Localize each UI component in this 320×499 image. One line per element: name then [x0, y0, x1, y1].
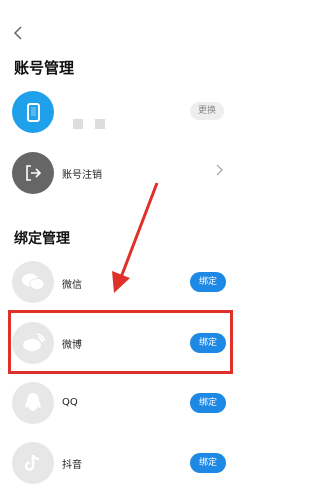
wechat-label: 微信 [62, 280, 82, 291]
tiktok-label: 抖音 [62, 460, 82, 471]
chevron-right-icon[interactable] [216, 164, 223, 176]
annotation-highlight-box [8, 310, 233, 374]
bind-wechat-button[interactable]: 绑定 [190, 272, 226, 292]
account-avatar [12, 91, 54, 133]
back-button[interactable] [13, 26, 23, 40]
masked-account-text [73, 119, 83, 129]
masked-account-text-2 [95, 119, 105, 129]
bind-tiktok-button[interactable]: 绑定 [190, 453, 226, 473]
bind-qq-button[interactable]: 绑定 [190, 393, 226, 413]
page-title: 账号管理 [14, 59, 75, 77]
chevron-left-icon [13, 26, 22, 40]
annotation-arrow [112, 182, 159, 293]
logout-icon-circle[interactable] [12, 152, 54, 194]
change-button[interactable]: 更换 [190, 102, 224, 120]
phone-icon [26, 102, 40, 122]
logout-label[interactable]: 账号注销 [62, 166, 102, 181]
tiktok-icon [12, 442, 54, 484]
logout-icon [26, 165, 42, 181]
binding-section-title: 绑定管理 [14, 231, 70, 247]
wechat-icon [12, 261, 54, 303]
qq-icon [12, 382, 54, 424]
qq-label: QQ [62, 397, 78, 408]
